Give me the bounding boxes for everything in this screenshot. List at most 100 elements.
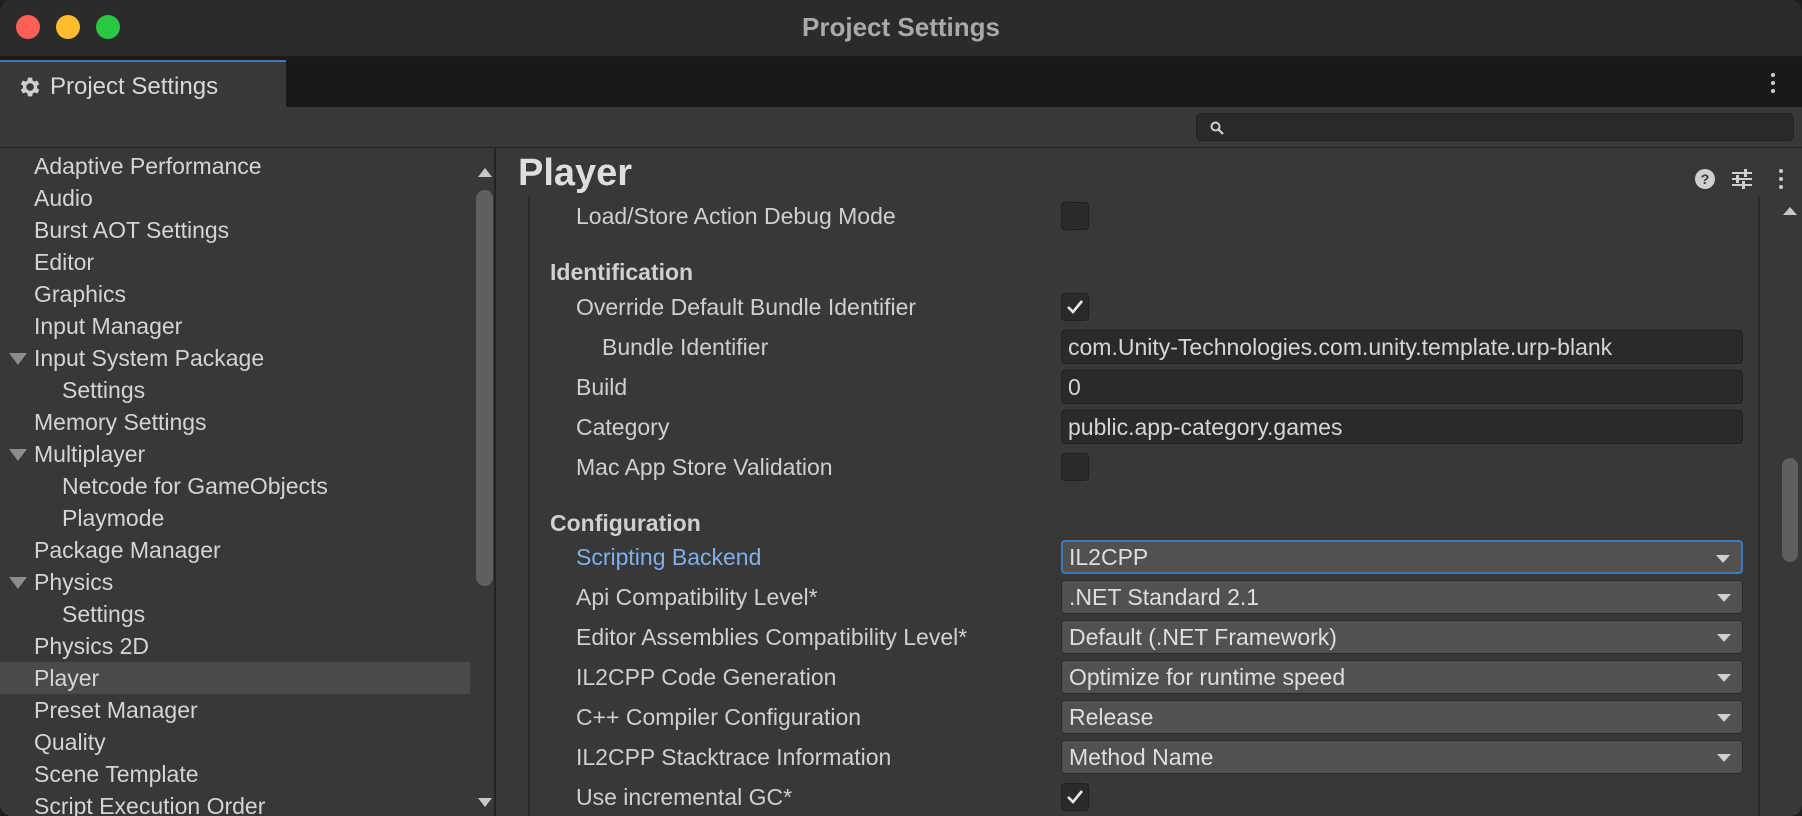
- sidebar-item-label: Audio: [34, 185, 93, 211]
- expand-caret-icon[interactable]: [9, 577, 27, 589]
- section-header[interactable]: Configuration: [550, 510, 701, 537]
- section-header[interactable]: Identification: [550, 259, 693, 286]
- scroll-down-icon[interactable]: [478, 798, 492, 807]
- sidebar-item[interactable]: Player: [0, 662, 470, 694]
- sidebar-item-label: Physics 2D: [34, 633, 150, 659]
- chevron-down-icon: [1717, 594, 1731, 602]
- sidebar-item-label: Settings: [62, 377, 146, 403]
- expand-caret-icon[interactable]: [9, 449, 27, 461]
- text-field[interactable]: 0: [1061, 370, 1743, 404]
- tab-strip: Project Settings: [0, 57, 1802, 107]
- dropdown-value: Release: [1069, 704, 1154, 730]
- tab-project-settings[interactable]: Project Settings: [0, 60, 286, 107]
- svg-text:?: ?: [1701, 171, 1710, 187]
- dropdown[interactable]: .NET Standard 2.1: [1061, 580, 1743, 614]
- sidebar-item[interactable]: Scene Template: [0, 758, 470, 790]
- dropdown-value: Method Name: [1069, 744, 1214, 770]
- sidebar-item-label: Multiplayer: [34, 441, 146, 467]
- sidebar-item[interactable]: Settings: [0, 598, 470, 630]
- sidebar-item[interactable]: Preset Manager: [0, 694, 470, 726]
- sidebar-item[interactable]: Graphics: [0, 278, 470, 310]
- field-label: Mac App Store Validation: [576, 454, 833, 480]
- player-settings-content: Load/Store Action Debug Mode Identificati…: [528, 196, 1760, 816]
- dropdown[interactable]: Method Name: [1061, 740, 1743, 774]
- sidebar-item-label: Settings: [62, 601, 146, 627]
- player-settings-panel: Player ? Load/Store Action Debug Mode Ide…: [498, 148, 1802, 816]
- sidebar-item[interactable]: Package Manager: [0, 534, 470, 566]
- field-label: Scripting Backend: [576, 544, 762, 570]
- search-icon: [1210, 121, 1224, 135]
- checkbox[interactable]: [1061, 453, 1089, 481]
- dropdown-value: .NET Standard 2.1: [1069, 584, 1260, 610]
- field-label: IL2CPP Code Generation: [576, 664, 837, 690]
- presets-sliders-icon[interactable]: [1730, 168, 1754, 190]
- sidebar-item[interactable]: Memory Settings: [0, 406, 470, 438]
- panel-scrollbar[interactable]: [1780, 196, 1800, 816]
- sidebar-item[interactable]: Physics 2D: [0, 630, 470, 662]
- tab-label: Project Settings: [50, 73, 219, 100]
- sidebar-item-label: Netcode for GameObjects: [62, 473, 328, 499]
- tab-menu-icon[interactable]: [1770, 73, 1776, 93]
- dropdown-value: Optimize for runtime speed: [1069, 664, 1346, 690]
- chevron-down-icon: [1717, 754, 1731, 762]
- sidebar-item-label: Player: [34, 665, 100, 691]
- text-field[interactable]: public.app-category.games: [1061, 410, 1743, 444]
- sidebar-scrollbar[interactable]: [473, 148, 495, 816]
- chevron-down-icon: [1717, 714, 1731, 722]
- sidebar-item-label: Physics: [34, 569, 114, 595]
- field-label: Editor Assemblies Compatibility Level*: [576, 624, 968, 650]
- dropdown[interactable]: Default (.NET Framework): [1061, 620, 1743, 654]
- field-label: Category: [576, 414, 670, 440]
- sidebar-item-label: Playmode: [62, 505, 165, 531]
- project-settings-window: Project Settings Project Settings Adapti…: [0, 0, 1802, 816]
- sidebar-item-label: Scene Template: [34, 761, 199, 787]
- field-label: Override Default Bundle Identifier: [576, 294, 917, 320]
- title-bar: Project Settings: [0, 0, 1802, 57]
- checkbox[interactable]: [1061, 202, 1089, 230]
- expand-caret-icon[interactable]: [9, 353, 27, 365]
- dropdown-value: IL2CPP: [1069, 544, 1149, 570]
- search-input[interactable]: [1231, 116, 1785, 140]
- help-icon[interactable]: ?: [1694, 168, 1716, 190]
- sidebar-item[interactable]: Input System Package: [0, 342, 470, 374]
- field-label: Bundle Identifier: [602, 334, 769, 360]
- sidebar-item[interactable]: Script Execution Order: [0, 790, 470, 816]
- sidebar-item-label: Memory Settings: [34, 409, 207, 435]
- sidebar-item[interactable]: Netcode for GameObjects: [0, 470, 470, 502]
- field-label: Use incremental GC*: [576, 784, 793, 810]
- sidebar-item[interactable]: Adaptive Performance: [0, 150, 470, 182]
- sidebar-item[interactable]: Quality: [0, 726, 470, 758]
- gear-icon: [20, 77, 40, 97]
- panel-scroll-thumb[interactable]: [1782, 458, 1798, 562]
- text-field[interactable]: com.Unity-Technologies.com.unity.templat…: [1061, 330, 1743, 364]
- sidebar-item[interactable]: Physics: [0, 566, 470, 598]
- sidebar-item-label: Package Manager: [34, 537, 221, 563]
- sidebar-scroll-thumb[interactable]: [476, 190, 493, 586]
- field-label: Load/Store Action Debug Mode: [576, 203, 896, 229]
- search-box[interactable]: [1196, 113, 1794, 141]
- field-label: C++ Compiler Configuration: [576, 704, 862, 730]
- sidebar-item-label: Graphics: [34, 281, 127, 307]
- dropdown[interactable]: Release: [1061, 700, 1743, 734]
- field-label: IL2CPP Stacktrace Information: [576, 744, 892, 770]
- sidebar-item[interactable]: Editor: [0, 246, 470, 278]
- sidebar-item[interactable]: Burst AOT Settings: [0, 214, 470, 246]
- sidebar-item-label: Script Execution Order: [34, 793, 266, 816]
- field-label: Build: [576, 374, 628, 400]
- sidebar-item[interactable]: Playmode: [0, 502, 470, 534]
- dropdown[interactable]: IL2CPP: [1061, 540, 1743, 574]
- sidebar-item[interactable]: Settings: [0, 374, 470, 406]
- sidebar-item-label: Burst AOT Settings: [34, 217, 230, 243]
- sidebar-item[interactable]: Audio: [0, 182, 470, 214]
- search-toolbar: [0, 107, 1802, 148]
- scroll-up-icon[interactable]: [1782, 206, 1798, 216]
- sidebar-item[interactable]: Multiplayer: [0, 438, 470, 470]
- scroll-up-icon[interactable]: [478, 168, 492, 177]
- checkbox[interactable]: [1061, 783, 1089, 811]
- sidebar-item[interactable]: Input Manager: [0, 310, 470, 342]
- dropdown[interactable]: Optimize for runtime speed: [1061, 660, 1743, 694]
- panel-menu-icon[interactable]: [1778, 169, 1784, 189]
- field-label: Api Compatibility Level*: [576, 584, 818, 610]
- checkbox[interactable]: [1061, 293, 1089, 321]
- sidebar-item-label: Input Manager: [34, 313, 183, 339]
